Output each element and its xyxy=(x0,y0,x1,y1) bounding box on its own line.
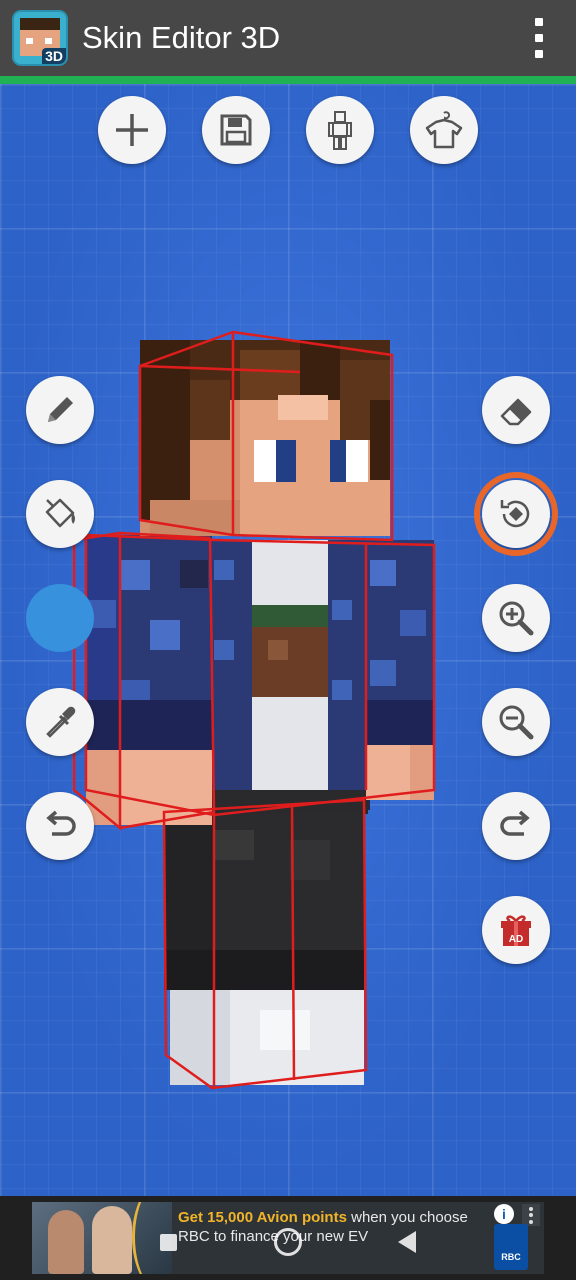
fill-bucket-tool-button[interactable] xyxy=(26,480,94,548)
new-skin-button[interactable] xyxy=(98,96,166,164)
app-logo-icon: 3D xyxy=(12,10,68,66)
gift-icon: AD xyxy=(501,915,531,946)
ad-photo xyxy=(32,1202,172,1274)
shirt-on-hanger-icon xyxy=(425,111,463,149)
save-button[interactable] xyxy=(202,96,270,164)
app-bar: 3D Skin Editor 3D xyxy=(0,0,576,76)
wardrobe-button[interactable] xyxy=(410,96,478,164)
undo-arrow-icon xyxy=(46,810,76,836)
app-title: Skin Editor 3D xyxy=(82,20,281,55)
pencil-icon xyxy=(48,397,73,422)
rotate-view-icon xyxy=(500,500,530,528)
eyedropper-tool-button[interactable] xyxy=(26,688,94,756)
ad-options-icon[interactable] xyxy=(522,1204,540,1226)
gift-ad-label: AD xyxy=(509,934,523,945)
eraser-tool-button[interactable] xyxy=(482,376,550,444)
undo-button[interactable] xyxy=(26,792,94,860)
rbc-logo: RBC xyxy=(494,1224,528,1270)
app-logo-badge: 3D xyxy=(42,48,66,64)
ad-text: Get 15,000 Avion points when you choose … xyxy=(178,1208,478,1246)
ad-content[interactable]: Get 15,000 Avion points when you choose … xyxy=(32,1202,544,1274)
ad-banner[interactable]: Get 15,000 Avion points when you choose … xyxy=(0,1196,576,1280)
zoom-in-button[interactable] xyxy=(482,584,550,652)
floppy-disk-icon xyxy=(220,114,252,146)
redo-button[interactable] xyxy=(482,792,550,860)
pencil-tool-button[interactable] xyxy=(26,376,94,444)
eyedropper-icon xyxy=(46,706,76,738)
ad-headline: Get 15,000 Avion points xyxy=(178,1209,347,1226)
paint-bucket-icon xyxy=(45,498,75,528)
zoom-out-button[interactable] xyxy=(482,688,550,756)
plus-icon xyxy=(116,114,148,146)
appbar-accent-line xyxy=(0,76,576,84)
eraser-icon xyxy=(500,398,532,426)
ad-info-icon[interactable]: i xyxy=(494,1204,514,1224)
zoom-in-icon xyxy=(499,601,534,636)
redo-arrow-icon xyxy=(500,810,530,836)
ad-gift-button[interactable]: AD xyxy=(482,896,550,964)
player-model-icon xyxy=(328,111,352,150)
body-part-selector-button[interactable] xyxy=(306,96,374,164)
zoom-out-icon xyxy=(499,705,534,740)
color-swatch-button[interactable] xyxy=(26,584,94,652)
overflow-menu-icon[interactable] xyxy=(526,16,552,60)
rotate-mode-button[interactable] xyxy=(474,472,558,556)
